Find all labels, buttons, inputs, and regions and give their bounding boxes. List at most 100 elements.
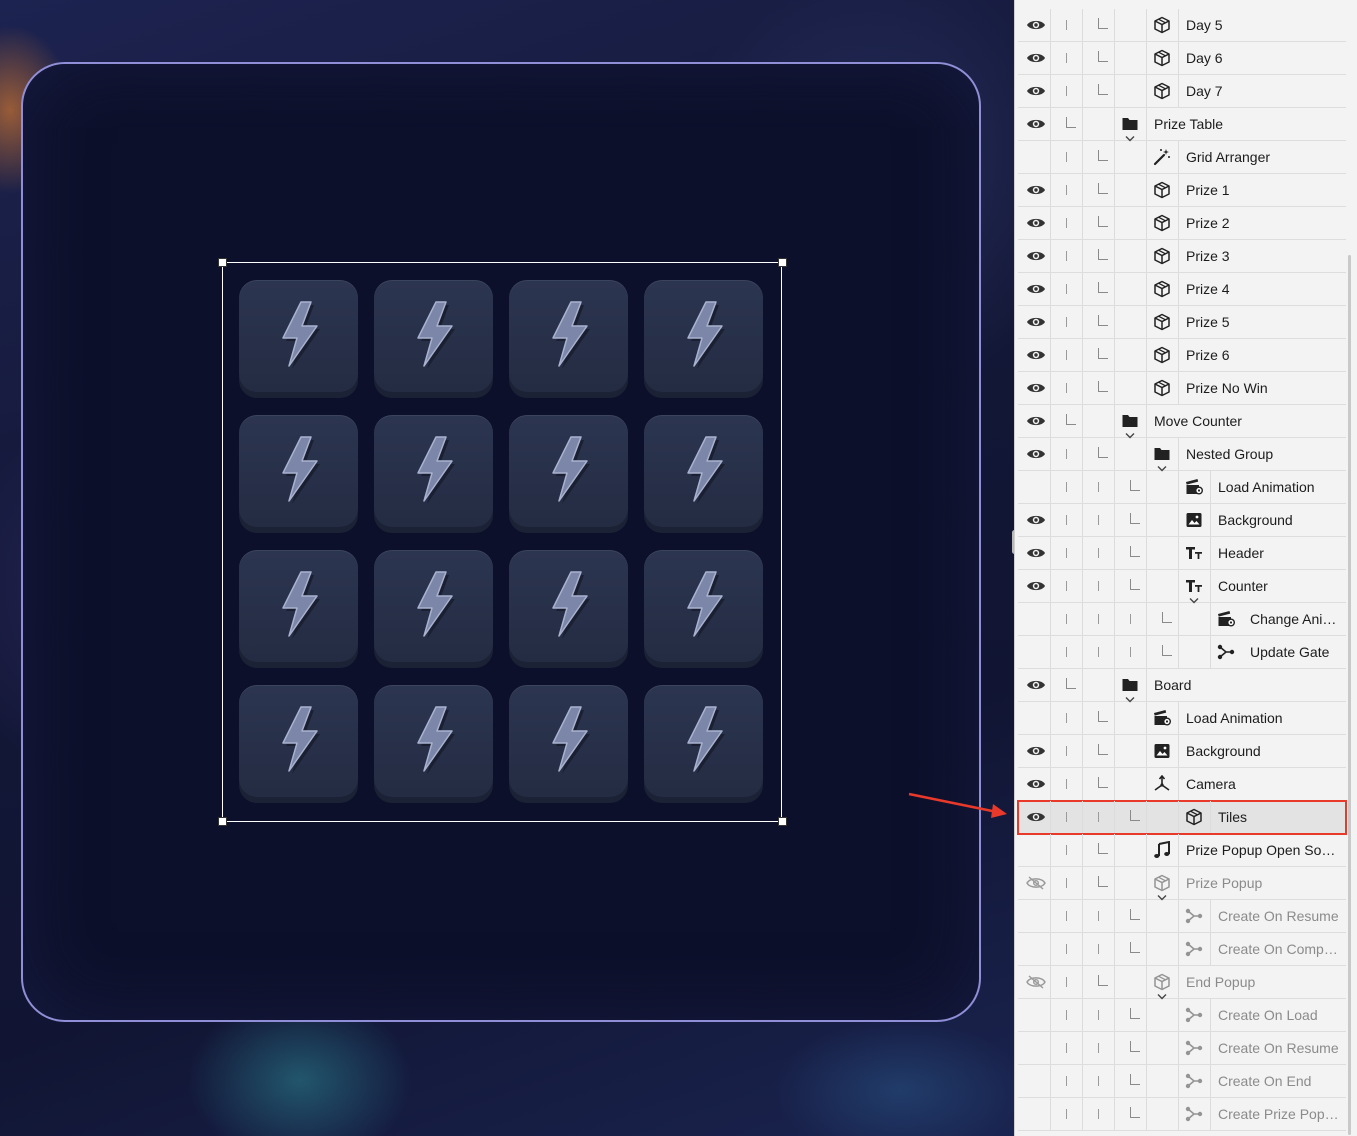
column-divider (1082, 1098, 1083, 1130)
layer-row[interactable]: Prize 4 (1018, 273, 1346, 306)
layer-label: Nested Group (1186, 446, 1274, 462)
tree-guide (1066, 614, 1067, 624)
column-divider (1146, 669, 1147, 701)
layer-row[interactable]: Grid Arranger (1018, 141, 1346, 174)
layer-row-selected[interactable]: Tiles (1017, 800, 1347, 835)
layer-row[interactable]: Create On Load (1018, 999, 1346, 1032)
selection-box[interactable] (222, 262, 782, 822)
layer-row[interactable]: Create On Resume (1018, 1032, 1346, 1065)
layer-row[interactable]: Prize Popup (1018, 867, 1346, 901)
column-divider (1050, 966, 1051, 998)
layer-row[interactable]: End Popup (1018, 966, 1346, 1000)
layer-row[interactable]: Day 6 (1018, 42, 1346, 75)
eye-icon[interactable] (1022, 372, 1050, 404)
layer-row[interactable]: Prize No Win (1018, 372, 1346, 405)
chevron-down-icon[interactable] (1125, 130, 1135, 142)
layer-row[interactable]: Board (1018, 669, 1346, 703)
column-divider (1082, 108, 1083, 140)
eye-icon[interactable] (1022, 42, 1050, 74)
eye-icon[interactable] (1022, 405, 1050, 437)
layer-row[interactable]: Prize Table (1018, 108, 1346, 142)
layer-row[interactable]: Prize Popup Open Sound (1018, 834, 1346, 867)
layer-row[interactable]: Load Animation (1018, 471, 1346, 504)
eye-icon[interactable] (1022, 75, 1050, 107)
cube-icon (1147, 75, 1177, 107)
column-divider (1082, 9, 1083, 41)
tree-connector (1098, 777, 1108, 788)
column-divider (1082, 240, 1083, 272)
chevron-down-icon[interactable] (1125, 427, 1135, 439)
chevron-down-icon[interactable] (1157, 460, 1167, 472)
eye-icon[interactable] (1022, 735, 1050, 767)
column-divider (1050, 900, 1051, 932)
layer-row[interactable]: Create On Completed (1018, 933, 1346, 966)
layer-row[interactable]: Load Animation (1018, 702, 1346, 735)
tree-guide (1066, 449, 1067, 459)
scrollbar[interactable] (1348, 255, 1351, 1135)
column-divider (1082, 768, 1083, 800)
eye-icon[interactable] (1022, 108, 1050, 140)
chevron-down-icon[interactable] (1157, 889, 1167, 901)
layer-row[interactable]: Background (1018, 504, 1346, 537)
column-divider (1146, 1065, 1147, 1097)
eye-icon[interactable] (1022, 801, 1050, 833)
eye-icon[interactable] (1022, 438, 1050, 470)
music-note-icon (1147, 834, 1177, 866)
eye-icon[interactable] (1022, 273, 1050, 305)
layer-label: Create On Resume (1218, 908, 1339, 924)
gate-icon (1211, 636, 1241, 668)
column-divider (1178, 735, 1179, 767)
layer-row[interactable]: Prize 2 (1018, 207, 1346, 240)
tree-guide (1066, 251, 1067, 261)
chevron-down-icon[interactable] (1125, 691, 1135, 703)
tree-guide (1098, 548, 1099, 558)
eye-icon[interactable] (1022, 240, 1050, 272)
tree-connector (1098, 348, 1108, 359)
layer-row[interactable]: Camera (1018, 768, 1346, 801)
layer-row[interactable]: Update Gate (1018, 636, 1346, 669)
layer-row[interactable]: Prize 5 (1018, 306, 1346, 339)
column-divider (1114, 306, 1115, 338)
layer-row[interactable]: Create Prize Popup Cl... (1018, 1098, 1346, 1131)
resize-handle-bottom-left[interactable] (218, 817, 227, 826)
layer-row[interactable]: Move Counter (1018, 405, 1346, 439)
resize-handle-top-left[interactable] (218, 258, 227, 267)
layer-row[interactable]: Prize 1 (1018, 174, 1346, 207)
chevron-down-icon[interactable] (1189, 592, 1199, 604)
layer-row[interactable]: Change Animation (1018, 603, 1346, 636)
layer-row[interactable]: Counter (1018, 570, 1346, 604)
column-divider (1146, 801, 1147, 833)
eye-icon[interactable] (1022, 504, 1050, 536)
game-canvas[interactable] (0, 0, 1014, 1136)
layer-row[interactable]: Day 5 (1018, 9, 1346, 42)
eye-icon[interactable] (1022, 768, 1050, 800)
resize-handle-top-right[interactable] (778, 258, 787, 267)
resize-handle-bottom-right[interactable] (778, 817, 787, 826)
eye-icon[interactable] (1022, 537, 1050, 569)
eye-icon[interactable] (1022, 9, 1050, 41)
layer-row[interactable]: Header (1018, 537, 1346, 570)
eye-icon[interactable] (1022, 570, 1050, 602)
column-divider (1146, 1098, 1147, 1130)
eye-icon[interactable] (1022, 339, 1050, 371)
column-divider (1114, 9, 1115, 41)
layer-row[interactable]: Background (1018, 735, 1346, 768)
layer-row[interactable]: Create On Resume (1018, 900, 1346, 933)
layer-row[interactable]: Nested Group (1018, 438, 1346, 472)
eye-icon[interactable] (1022, 207, 1050, 239)
eye-icon[interactable] (1022, 306, 1050, 338)
eye-icon[interactable] (1022, 669, 1050, 701)
layer-row[interactable]: Prize 6 (1018, 339, 1346, 372)
layer-row[interactable]: Day 7 (1018, 75, 1346, 108)
eye-off-icon[interactable] (1022, 966, 1050, 998)
clapper-icon (1147, 702, 1177, 734)
tree-guide (1098, 581, 1099, 591)
layer-row[interactable]: Create On End (1018, 1065, 1346, 1098)
column-divider (1082, 306, 1083, 338)
tree-guide (1066, 20, 1067, 30)
column-divider (1146, 933, 1147, 965)
chevron-down-icon[interactable] (1157, 988, 1167, 1000)
layer-row[interactable]: Prize 3 (1018, 240, 1346, 273)
eye-icon[interactable] (1022, 174, 1050, 206)
eye-off-icon[interactable] (1022, 867, 1050, 899)
